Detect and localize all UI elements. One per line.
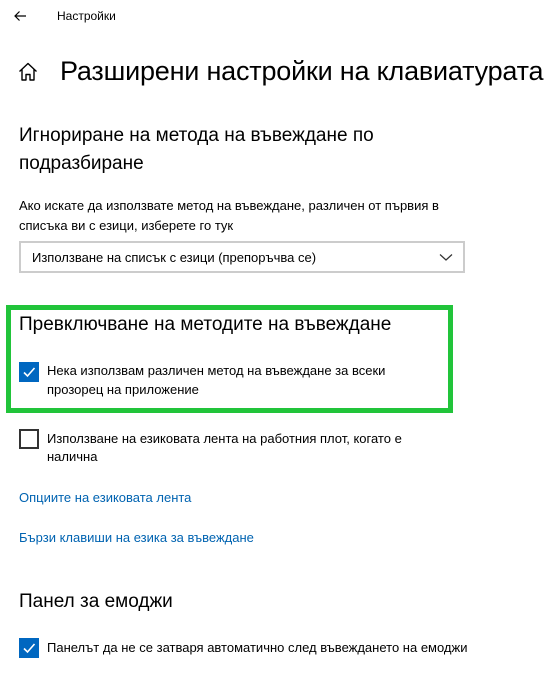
override-heading-line1: Игнориране на метода на въвеждане по: [19, 125, 374, 146]
per-app-checkbox-label-line2: прозорец на приложение: [47, 382, 199, 397]
per-app-input-checkbox[interactable]: [19, 362, 39, 382]
emoji-panel-heading: Панел за емоджи: [19, 591, 173, 612]
chevron-down-icon: [439, 254, 453, 261]
window-title: Настройки: [57, 9, 116, 23]
emoji-panel-checkbox[interactable]: [19, 638, 39, 658]
dropdown-selected-value: Използване на списък с езици (препоръчва…: [32, 249, 317, 265]
language-bar-checkbox-label-line2: налична: [47, 449, 98, 464]
checkmark-icon: [23, 643, 36, 654]
home-icon[interactable]: [16, 60, 40, 84]
language-bar-options-link[interactable]: Опциите на езиковата лента: [19, 490, 191, 505]
emoji-panel-checkbox-label: Панелът да не се затваря автоматично сле…: [47, 640, 468, 655]
override-heading-line2: подразбиране: [19, 153, 144, 174]
back-arrow-icon: [14, 11, 26, 21]
override-description-line1: Ако искате да използвате метод на въвежд…: [19, 198, 439, 213]
input-language-hotkeys-link[interactable]: Бързи клавиши на езика за въвеждане: [19, 530, 254, 545]
back-button[interactable]: [6, 2, 34, 30]
switching-heading: Превключване на методите на въвеждане: [19, 314, 392, 335]
per-app-checkbox-label-line1: Нека използвам различен метод на въвежда…: [47, 363, 386, 378]
override-description-line2: списъка ви с езици, изберете го тук: [19, 218, 234, 233]
language-bar-checkbox[interactable]: [19, 429, 39, 449]
input-method-dropdown[interactable]: Използване на списък с езици (препоръчва…: [19, 241, 465, 273]
language-bar-checkbox-label-line1: Използване на езиковата лента на работни…: [47, 431, 402, 446]
page-title: Разширени настройки на клавиатурата: [60, 56, 544, 86]
checkmark-icon: [23, 367, 36, 378]
